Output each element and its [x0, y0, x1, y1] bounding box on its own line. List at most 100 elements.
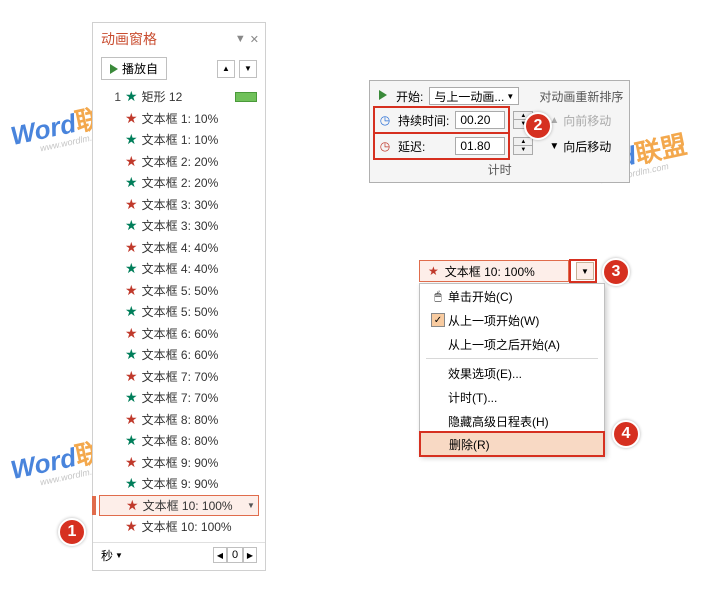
timing-panel: 开始: 与上一动画... ▼ 对动画重新排序 ◷ 持续时间: 00.20 ▲▼ …: [369, 80, 630, 183]
animation-item[interactable]: ★文本框 6: 60%: [99, 344, 259, 366]
star-icon: ★: [428, 264, 439, 278]
context-header[interactable]: ★ 文本框 10: 100%: [419, 260, 569, 282]
animation-item[interactable]: ★文本框 7: 70%: [99, 366, 259, 388]
move-down-button[interactable]: ▼: [239, 60, 257, 78]
item-label: 文本框 10: 100%: [143, 497, 246, 514]
context-header-label: 文本框 10: 100%: [445, 263, 535, 280]
star-icon: ★: [125, 282, 138, 299]
animation-item[interactable]: ★文本框 3: 30%: [99, 194, 259, 216]
play-icon: [110, 64, 118, 74]
animation-item[interactable]: ★文本框 4: 40%: [99, 237, 259, 259]
animation-item[interactable]: ★文本框 10: 100%▼: [99, 495, 259, 517]
animation-item[interactable]: ★文本框 8: 80%: [99, 430, 259, 452]
animation-item[interactable]: ★文本框 1: 10%: [99, 129, 259, 151]
item-label: 文本框 4: 40%: [142, 239, 257, 256]
move-up-button[interactable]: ▲: [217, 60, 235, 78]
menu-after-previous[interactable]: 从上一项之后开始(A): [420, 332, 604, 356]
check-icon: ✓: [431, 313, 445, 327]
item-label: 文本框 3: 30%: [142, 196, 257, 213]
animation-item[interactable]: 1★矩形 12: [99, 86, 259, 108]
timing-footer-label: 计时: [374, 159, 625, 178]
duration-label: 持续时间:: [398, 112, 449, 129]
item-label: 文本框 7: 70%: [142, 389, 257, 406]
pane-title: 动画窗格: [101, 29, 157, 49]
animation-item[interactable]: ★文本框 5: 50%: [99, 280, 259, 302]
star-icon: ★: [125, 475, 138, 492]
item-label: 文本框 10: 100%: [142, 518, 257, 535]
star-icon: ★: [125, 196, 138, 213]
context-dropdown-button[interactable]: ▼: [576, 262, 594, 280]
page-next-button[interactable]: ▶: [243, 547, 257, 563]
star-icon: ★: [125, 88, 138, 105]
animation-item[interactable]: ★文本框 2: 20%: [99, 151, 259, 173]
item-label: 文本框 5: 50%: [142, 303, 257, 320]
animation-item[interactable]: ★文本框 1: 10%: [99, 108, 259, 130]
move-earlier-button: ▲向前移动: [549, 112, 611, 129]
animation-item[interactable]: ★文本框 10: 100%: [99, 516, 259, 538]
item-label: 文本框 1: 10%: [142, 131, 257, 148]
star-icon: ★: [125, 131, 138, 148]
star-icon: ★: [125, 389, 138, 406]
animation-item[interactable]: ★文本框 6: 60%: [99, 323, 259, 345]
item-dropdown-icon[interactable]: ▼: [246, 501, 256, 510]
item-label: 文本框 2: 20%: [142, 174, 257, 191]
star-icon: ★: [125, 239, 138, 256]
item-label: 文本框 6: 60%: [142, 325, 257, 342]
star-icon: ★: [125, 432, 138, 449]
dropdown-highlight: ▼: [569, 259, 597, 283]
animation-list: 1★矩形 12★文本框 1: 10%★文本框 1: 10%★文本框 2: 20%…: [93, 86, 265, 542]
animation-item[interactable]: ★文本框 9: 90%: [99, 452, 259, 474]
star-icon: ★: [125, 260, 138, 277]
menu-effect-options[interactable]: 效果选项(E)...: [420, 361, 604, 385]
star-icon: ★: [125, 346, 138, 363]
star-icon: ★: [125, 217, 138, 234]
menu-hide-timeline[interactable]: 隐藏高级日程表(H): [420, 409, 604, 433]
animation-item[interactable]: ★文本框 8: 80%: [99, 409, 259, 431]
delay-spinner[interactable]: ▲▼: [513, 137, 533, 155]
item-label: 文本框 8: 80%: [142, 432, 257, 449]
item-label: 文本框 9: 90%: [142, 454, 257, 471]
step-badge-1: 1: [58, 518, 86, 546]
animation-item[interactable]: ★文本框 7: 70%: [99, 387, 259, 409]
menu-with-previous[interactable]: ✓ 从上一项开始(W): [420, 308, 604, 332]
step-badge-4: 4: [612, 420, 640, 448]
reorder-label: 对动画重新排序: [539, 88, 623, 105]
pane-titlebar: 动画窗格 ▼ ✕: [93, 23, 265, 53]
menu-start-on-click[interactable]: 🖱 单击开始(C): [420, 284, 604, 308]
star-icon: ★: [125, 303, 138, 320]
step-badge-2: 2: [524, 112, 552, 140]
play-icon: [376, 89, 390, 103]
seconds-dropdown[interactable]: 秒 ▼: [101, 547, 123, 564]
delay-field[interactable]: 01.80: [455, 137, 505, 155]
item-label: 文本框 3: 30%: [142, 217, 257, 234]
pane-options-icon[interactable]: ▼: [235, 33, 246, 46]
item-label: 文本框 8: 80%: [142, 411, 257, 428]
delay-icon: ◷: [378, 139, 392, 153]
star-icon: ★: [125, 174, 138, 191]
animation-item[interactable]: ★文本框 3: 30%: [99, 215, 259, 237]
animation-item[interactable]: ★文本框 9: 90%: [99, 473, 259, 495]
start-dropdown[interactable]: 与上一动画... ▼: [429, 87, 519, 105]
context-menu-wrap: ★ 文本框 10: 100% ▼ 🖱 单击开始(C) ✓ 从上一项开始(W) 从…: [419, 259, 605, 456]
animation-pane: 动画窗格 ▼ ✕ 播放自 ▲ ▼ 1★矩形 12★文本框 1: 10%★文本框 …: [92, 22, 266, 571]
play-from-button[interactable]: 播放自: [101, 57, 167, 80]
context-menu: 🖱 单击开始(C) ✓ 从上一项开始(W) 从上一项之后开始(A) 效果选项(E…: [419, 283, 605, 456]
close-icon[interactable]: ✕: [250, 33, 259, 46]
star-icon: ★: [125, 110, 138, 127]
menu-separator: [426, 358, 598, 359]
clock-icon: ◷: [378, 113, 392, 127]
move-later-button[interactable]: ▼向后移动: [549, 138, 611, 155]
menu-remove[interactable]: 删除(R): [420, 432, 604, 456]
animation-item[interactable]: ★文本框 4: 40%: [99, 258, 259, 280]
animation-item[interactable]: ★文本框 2: 20%: [99, 172, 259, 194]
item-label: 文本框 4: 40%: [142, 260, 257, 277]
menu-timing[interactable]: 计时(T)...: [420, 385, 604, 409]
timeline-pager: ◀ 0 ▶: [213, 547, 257, 563]
item-label: 文本框 2: 20%: [142, 153, 257, 170]
star-icon: ★: [125, 518, 138, 535]
star-icon: ★: [125, 368, 138, 385]
duration-field[interactable]: 00.20: [455, 111, 505, 129]
page-prev-button[interactable]: ◀: [213, 547, 227, 563]
animation-item[interactable]: ★文本框 5: 50%: [99, 301, 259, 323]
pane-footer: 秒 ▼ ◀ 0 ▶: [93, 542, 265, 570]
